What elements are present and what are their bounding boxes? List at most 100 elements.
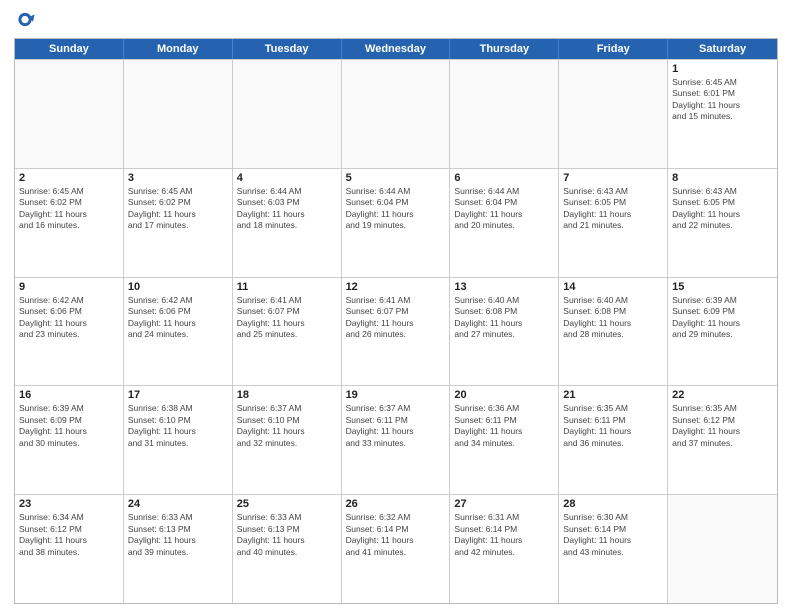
calendar-day-cell: 14 Sunrise: 6:40 AM Sunset: 6:08 PM Dayli… [559, 278, 668, 386]
calendar-week-row: 1 Sunrise: 6:45 AM Sunset: 6:01 PM Daylig… [15, 59, 777, 168]
logo-icon [14, 10, 36, 32]
day-number: 18 [237, 389, 337, 401]
day-number: 7 [563, 172, 663, 184]
day-number: 14 [563, 281, 663, 293]
calendar-day-cell: 4 Sunrise: 6:44 AM Sunset: 6:03 PM Daylig… [233, 169, 342, 277]
day-info: Sunrise: 6:45 AM Sunset: 6:02 PM Dayligh… [128, 186, 228, 232]
calendar-day-cell: 8Sunrise: 6:43 AM Sunset: 6:05 PM Daylig… [668, 169, 777, 277]
calendar-day-cell: 26Sunrise: 6:32 AM Sunset: 6:14 PM Dayli… [342, 495, 451, 603]
calendar-day-cell [124, 60, 233, 168]
day-number: 10 [128, 281, 228, 293]
calendar-day-cell: 13 Sunrise: 6:40 AM Sunset: 6:08 PM Dayli… [450, 278, 559, 386]
weekday-header: Wednesday [342, 39, 451, 59]
day-info: Sunrise: 6:40 AM Sunset: 6:08 PM Dayligh… [563, 295, 663, 341]
day-number: 22 [672, 389, 773, 401]
calendar-body: 1 Sunrise: 6:45 AM Sunset: 6:01 PM Daylig… [15, 59, 777, 603]
calendar-day-cell [342, 60, 451, 168]
calendar-day-cell: 17 Sunrise: 6:38 AM Sunset: 6:10 PM Dayli… [124, 386, 233, 494]
weekday-header: Tuesday [233, 39, 342, 59]
day-number: 28 [563, 498, 663, 510]
day-number: 27 [454, 498, 554, 510]
day-info: Sunrise: 6:44 AM Sunset: 6:04 PM Dayligh… [454, 186, 554, 232]
calendar-week-row: 2 Sunrise: 6:45 AM Sunset: 6:02 PM Daylig… [15, 168, 777, 277]
day-number: 3 [128, 172, 228, 184]
calendar-day-cell: 6Sunrise: 6:44 AM Sunset: 6:04 PM Daylig… [450, 169, 559, 277]
day-info: Sunrise: 6:40 AM Sunset: 6:08 PM Dayligh… [454, 295, 554, 341]
day-info: Sunrise: 6:43 AM Sunset: 6:05 PM Dayligh… [563, 186, 663, 232]
day-info: Sunrise: 6:42 AM Sunset: 6:06 PM Dayligh… [19, 295, 119, 341]
calendar-week-row: 23 Sunrise: 6:34 AM Sunset: 6:12 PM Dayli… [15, 494, 777, 603]
day-info: Sunrise: 6:35 AM Sunset: 6:11 PM Dayligh… [563, 403, 663, 449]
calendar-day-cell [233, 60, 342, 168]
header [14, 10, 778, 32]
calendar-day-cell: 21 Sunrise: 6:35 AM Sunset: 6:11 PM Dayli… [559, 386, 668, 494]
weekday-header: Sunday [15, 39, 124, 59]
calendar: SundayMondayTuesdayWednesdayThursdayFrid… [14, 38, 778, 604]
calendar-day-cell: 25 Sunrise: 6:33 AM Sunset: 6:13 PM Dayli… [233, 495, 342, 603]
day-info: Sunrise: 6:41 AM Sunset: 6:07 PM Dayligh… [237, 295, 337, 341]
calendar-day-cell: 11 Sunrise: 6:41 AM Sunset: 6:07 PM Dayli… [233, 278, 342, 386]
day-number: 20 [454, 389, 554, 401]
logo [14, 10, 40, 32]
day-number: 21 [563, 389, 663, 401]
day-info: Sunrise: 6:39 AM Sunset: 6:09 PM Dayligh… [672, 295, 773, 341]
calendar-day-cell: 22Sunrise: 6:35 AM Sunset: 6:12 PM Dayli… [668, 386, 777, 494]
day-info: Sunrise: 6:34 AM Sunset: 6:12 PM Dayligh… [19, 512, 119, 558]
day-number: 25 [237, 498, 337, 510]
day-number: 8 [672, 172, 773, 184]
calendar-day-cell: 10 Sunrise: 6:42 AM Sunset: 6:06 PM Dayli… [124, 278, 233, 386]
day-info: Sunrise: 6:39 AM Sunset: 6:09 PM Dayligh… [19, 403, 119, 449]
day-number: 19 [346, 389, 446, 401]
calendar-header: SundayMondayTuesdayWednesdayThursdayFrid… [15, 39, 777, 59]
day-number: 4 [237, 172, 337, 184]
calendar-day-cell: 20 Sunrise: 6:36 AM Sunset: 6:11 PM Dayli… [450, 386, 559, 494]
calendar-day-cell: 27 Sunrise: 6:31 AM Sunset: 6:14 PM Dayli… [450, 495, 559, 603]
weekday-header: Saturday [668, 39, 777, 59]
calendar-day-cell [450, 60, 559, 168]
calendar-day-cell: 16 Sunrise: 6:39 AM Sunset: 6:09 PM Dayli… [15, 386, 124, 494]
calendar-day-cell: 7 Sunrise: 6:43 AM Sunset: 6:05 PM Daylig… [559, 169, 668, 277]
calendar-day-cell: 23 Sunrise: 6:34 AM Sunset: 6:12 PM Dayli… [15, 495, 124, 603]
day-number: 13 [454, 281, 554, 293]
day-number: 5 [346, 172, 446, 184]
day-info: Sunrise: 6:30 AM Sunset: 6:14 PM Dayligh… [563, 512, 663, 558]
calendar-day-cell: 15 Sunrise: 6:39 AM Sunset: 6:09 PM Dayli… [668, 278, 777, 386]
day-info: Sunrise: 6:42 AM Sunset: 6:06 PM Dayligh… [128, 295, 228, 341]
day-number: 11 [237, 281, 337, 293]
day-info: Sunrise: 6:41 AM Sunset: 6:07 PM Dayligh… [346, 295, 446, 341]
day-info: Sunrise: 6:33 AM Sunset: 6:13 PM Dayligh… [128, 512, 228, 558]
day-info: Sunrise: 6:38 AM Sunset: 6:10 PM Dayligh… [128, 403, 228, 449]
day-info: Sunrise: 6:44 AM Sunset: 6:04 PM Dayligh… [346, 186, 446, 232]
day-number: 2 [19, 172, 119, 184]
calendar-day-cell: 24Sunrise: 6:33 AM Sunset: 6:13 PM Dayli… [124, 495, 233, 603]
weekday-header: Friday [559, 39, 668, 59]
calendar-day-cell [15, 60, 124, 168]
day-number: 1 [672, 63, 773, 75]
day-number: 15 [672, 281, 773, 293]
weekday-header: Monday [124, 39, 233, 59]
day-info: Sunrise: 6:31 AM Sunset: 6:14 PM Dayligh… [454, 512, 554, 558]
calendar-day-cell: 12 Sunrise: 6:41 AM Sunset: 6:07 PM Dayli… [342, 278, 451, 386]
day-info: Sunrise: 6:37 AM Sunset: 6:10 PM Dayligh… [237, 403, 337, 449]
calendar-day-cell: 5 Sunrise: 6:44 AM Sunset: 6:04 PM Daylig… [342, 169, 451, 277]
day-info: Sunrise: 6:33 AM Sunset: 6:13 PM Dayligh… [237, 512, 337, 558]
day-number: 17 [128, 389, 228, 401]
calendar-week-row: 16 Sunrise: 6:39 AM Sunset: 6:09 PM Dayli… [15, 385, 777, 494]
calendar-day-cell [559, 60, 668, 168]
calendar-day-cell: 9 Sunrise: 6:42 AM Sunset: 6:06 PM Daylig… [15, 278, 124, 386]
day-number: 12 [346, 281, 446, 293]
day-info: Sunrise: 6:44 AM Sunset: 6:03 PM Dayligh… [237, 186, 337, 232]
calendar-day-cell: 19 Sunrise: 6:37 AM Sunset: 6:11 PM Dayli… [342, 386, 451, 494]
weekday-header: Thursday [450, 39, 559, 59]
calendar-day-cell: 1 Sunrise: 6:45 AM Sunset: 6:01 PM Daylig… [668, 60, 777, 168]
day-info: Sunrise: 6:36 AM Sunset: 6:11 PM Dayligh… [454, 403, 554, 449]
day-info: Sunrise: 6:45 AM Sunset: 6:01 PM Dayligh… [672, 77, 773, 123]
day-info: Sunrise: 6:37 AM Sunset: 6:11 PM Dayligh… [346, 403, 446, 449]
calendar-day-cell: 3 Sunrise: 6:45 AM Sunset: 6:02 PM Daylig… [124, 169, 233, 277]
calendar-day-cell: 18 Sunrise: 6:37 AM Sunset: 6:10 PM Dayli… [233, 386, 342, 494]
day-number: 16 [19, 389, 119, 401]
calendar-day-cell: 2Sunrise: 6:45 AM Sunset: 6:02 PM Daylig… [15, 169, 124, 277]
day-number: 9 [19, 281, 119, 293]
day-number: 23 [19, 498, 119, 510]
day-number: 26 [346, 498, 446, 510]
